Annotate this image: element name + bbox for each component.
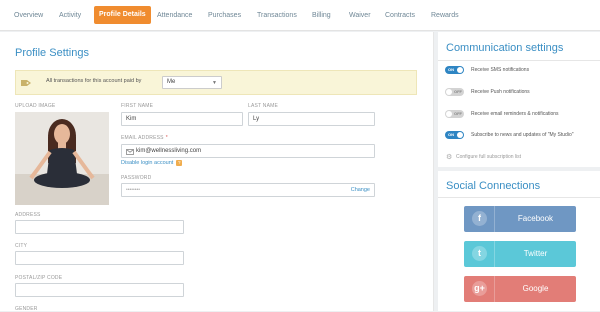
tab-attendance[interactable]: Attendance [157,7,192,24]
google-plus-icon: g+ [472,281,487,296]
last-name-value: Ly [253,116,260,122]
email-label: EMAIL ADDRESS * [121,135,168,141]
profile-tabs: Overview Activity Profile Details Attend… [0,0,600,31]
tab-activity[interactable]: Activity [59,7,81,24]
profile-photo-image [15,112,109,205]
last-name-label: LAST NAME [248,103,279,109]
news-label: Subscribe to news and updates of "My Stu… [471,132,574,138]
postal-code-field[interactable] [15,283,184,297]
communication-title: Communication settings [446,42,564,54]
upload-image-label: UPLOAD IMAGE [15,103,56,109]
city-field[interactable] [15,251,184,265]
tab-contracts[interactable]: Contracts [385,7,415,24]
gear-icon: ⚙ [446,154,453,161]
divider [438,197,600,198]
postal-code-label: POSTAL/ZIP CODE [15,275,63,281]
email-field[interactable]: kim@wellnessliving.com [121,144,375,158]
gender-label: GENDER [15,306,38,312]
facebook-button[interactable]: f Facebook [464,206,576,232]
twitter-label: Twitter [523,249,548,258]
tag-icon [21,80,31,86]
chevron-down-icon: ▼ [212,80,217,86]
payment-notice: All transactions for this account paid b… [15,70,417,95]
news-toggle[interactable]: ON [445,131,464,139]
email-reminders-label: Receive email reminders & notifications [471,111,559,117]
social-connections-panel: Social Connections f Facebook t Twitter … [438,171,600,311]
change-password-link[interactable]: Change [351,187,370,193]
facebook-label: Facebook [517,214,554,223]
help-icon: ? [176,160,183,166]
sms-toggle[interactable]: ON [445,66,464,74]
first-name-field[interactable]: Kim [121,112,243,126]
tab-transactions[interactable]: Transactions [257,7,297,24]
password-value: •••••••• [126,187,141,193]
city-label: CITY [15,243,28,249]
paid-by-select[interactable]: Me ▼ [162,76,222,89]
google-button[interactable]: g+ Google [464,276,576,302]
last-name-field[interactable]: Ly [248,112,375,126]
tab-rewards[interactable]: Rewards [431,7,459,24]
divider [438,60,600,61]
google-label: Google [522,284,549,293]
password-field[interactable]: •••••••• Change [121,183,375,197]
profile-photo[interactable] [15,112,109,205]
twitter-icon: t [472,246,487,261]
envelope-icon [126,149,134,155]
configure-subscriptions-link[interactable]: Configure full subscription list [456,154,521,160]
tab-billing[interactable]: Billing [312,7,331,24]
facebook-icon: f [472,211,487,226]
disable-login-link[interactable]: Disable login account? [121,160,183,166]
address-label: ADDRESS [15,212,41,218]
tab-overview[interactable]: Overview [14,7,43,24]
push-label: Receive Push notifications [471,89,530,95]
tab-waiver[interactable]: Waiver [349,7,371,24]
address-field[interactable] [15,220,184,234]
profile-settings-panel: Profile Settings All transactions for th… [0,32,434,312]
page-title: Profile Settings [15,47,89,59]
first-name-label: FIRST NAME [121,103,154,109]
email-value: kim@wellnessliving.com [136,148,202,154]
twitter-button[interactable]: t Twitter [464,241,576,267]
social-title: Social Connections [446,180,541,192]
paid-by-value: Me [167,79,176,85]
first-name-value: Kim [126,116,137,122]
push-toggle[interactable]: OFF [445,88,464,96]
notice-text: All transactions for this account paid b… [46,78,142,84]
email-toggle[interactable]: OFF [445,110,464,118]
communication-settings-panel: Communication settings ON Receive SMS no… [438,32,600,167]
tab-profile-details[interactable]: Profile Details [94,6,151,24]
sms-label: Receive SMS notifications [471,67,530,73]
tab-purchases[interactable]: Purchases [208,7,241,24]
password-label: PASSWORD [121,175,152,181]
